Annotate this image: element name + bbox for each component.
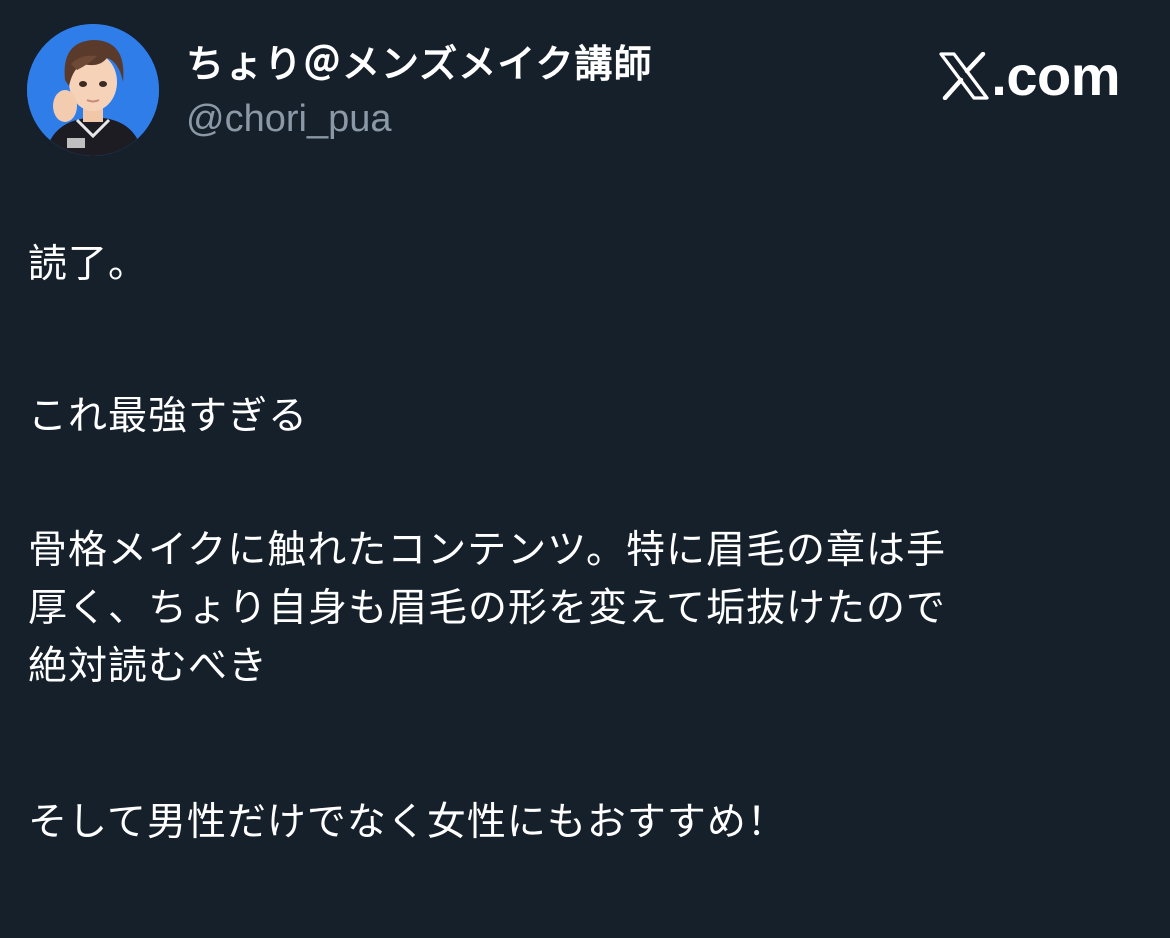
brand-suffix: .com	[991, 44, 1120, 107]
author-display-name[interactable]: ちょり＠メンズメイク講師	[186, 40, 652, 88]
brand-watermark: .com	[939, 44, 1120, 108]
tweet-card: ちょり＠メンズメイク講師 @chori_pua .com 読了。 これ最強すぎる…	[0, 0, 1170, 938]
tweet-body: 読了。 これ最強すぎる 骨格メイクに触れたコンテンツ。特に眉毛の章は手 厚く、ち…	[28, 236, 1138, 852]
tweet-paragraph: これ最強すぎる	[28, 394, 309, 439]
tweet-paragraph: 骨格メイクに触れたコンテンツ。特に眉毛の章は手 厚く、ちょり自身も眉毛の形を変え…	[28, 528, 947, 689]
tweet-paragraph: 読了。	[28, 242, 149, 287]
x-logo-icon	[939, 52, 989, 100]
tweet-paragraph: そして男性だけでなく女性にもおすすめ！	[28, 800, 787, 845]
avatar-illustration-icon	[27, 24, 159, 156]
author-handle[interactable]: @chori_pua	[186, 96, 391, 142]
avatar[interactable]	[27, 24, 159, 156]
